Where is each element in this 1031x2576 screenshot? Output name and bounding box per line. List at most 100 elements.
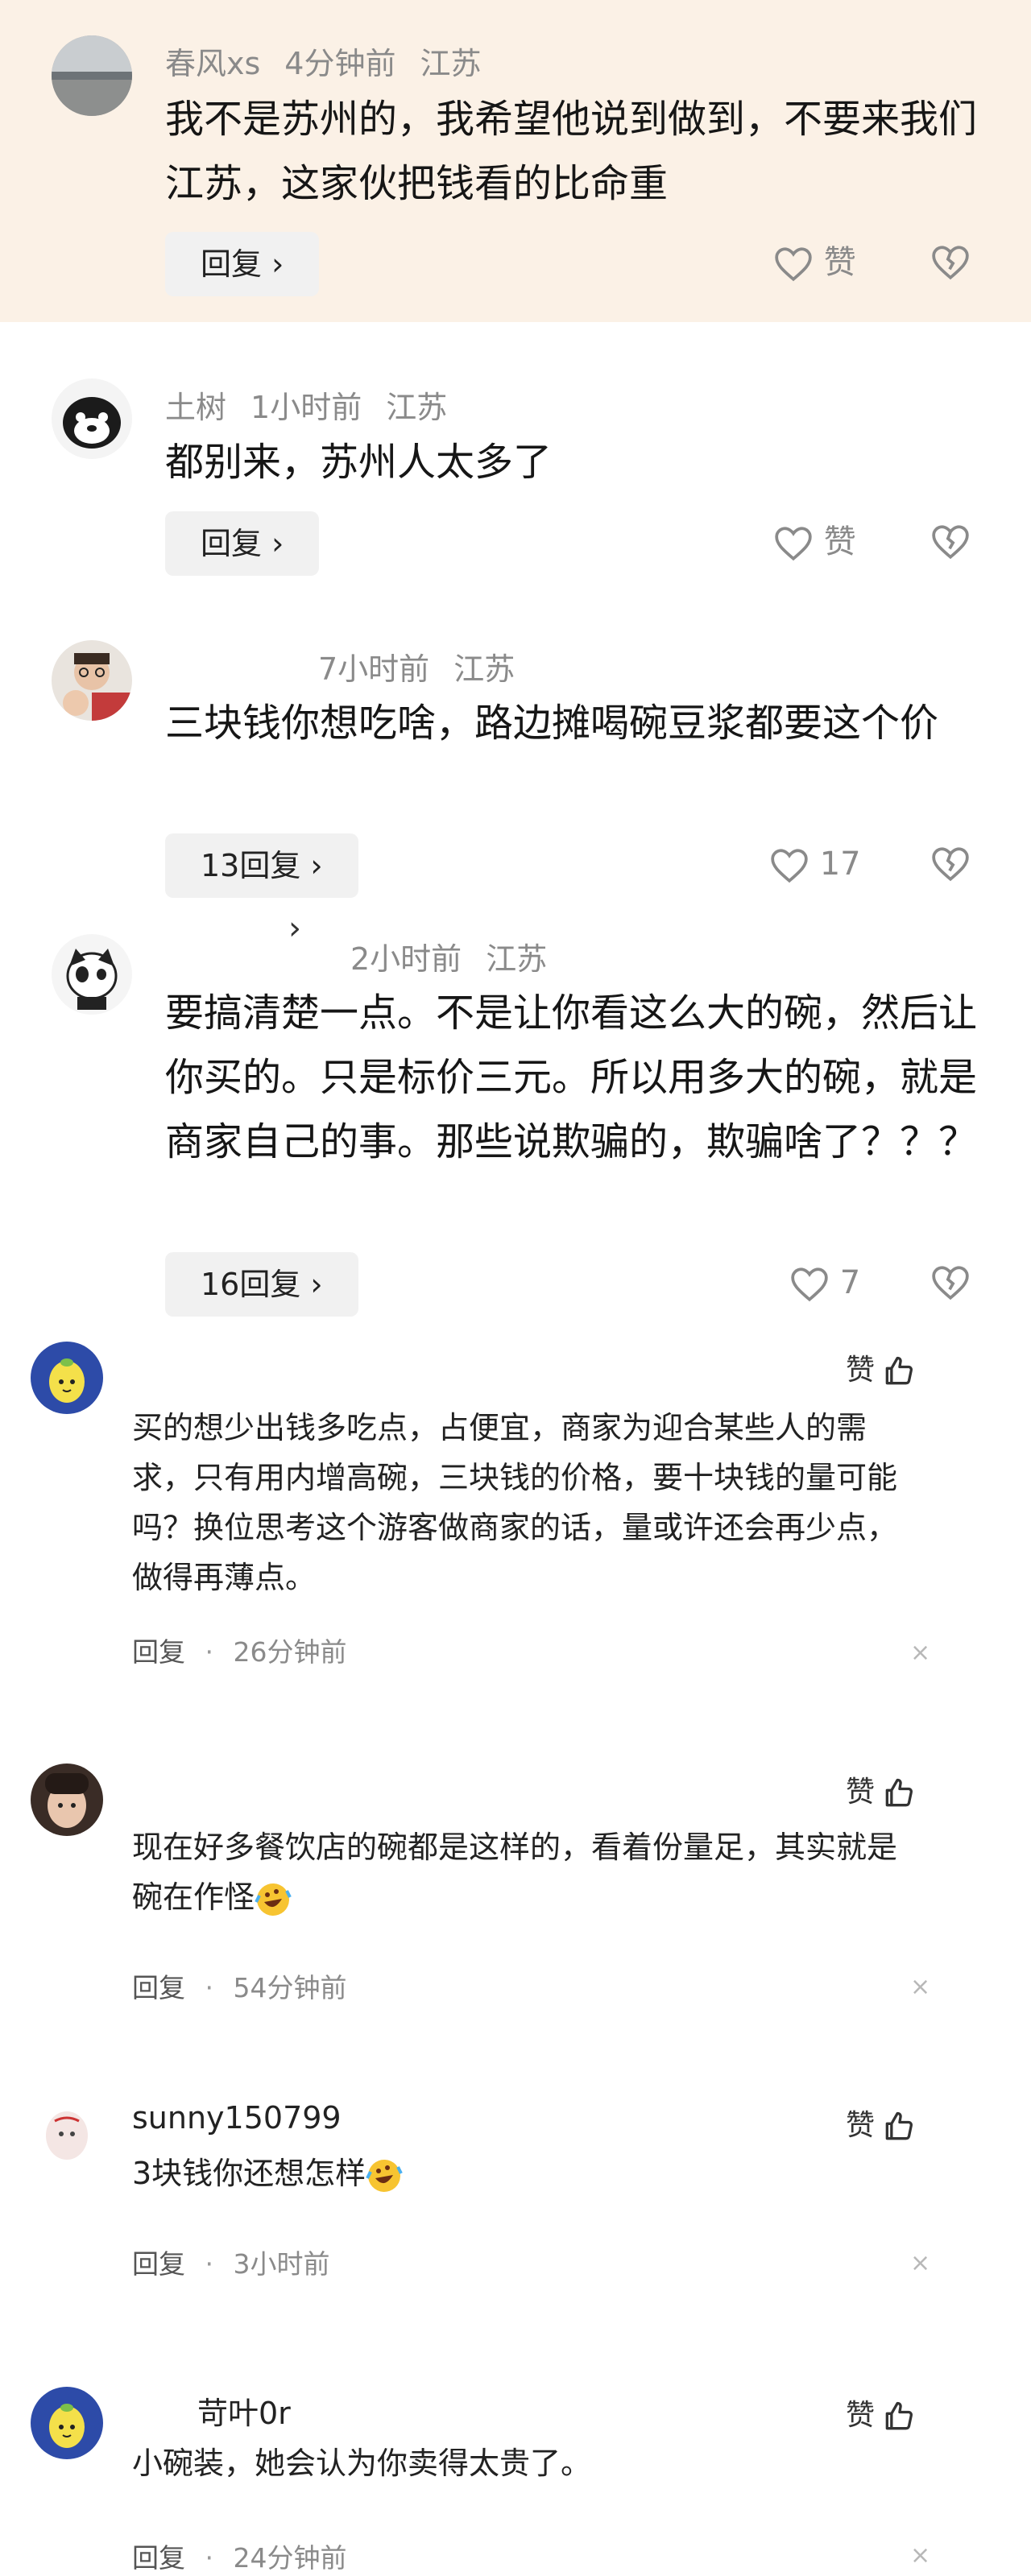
like-count: 7	[839, 1264, 861, 1301]
comment-text: 现在好多餐饮店的碗都是这样的，看着份量足，其实就是碗在作怪	[132, 1822, 921, 1922]
like-button[interactable]: 17	[769, 840, 861, 888]
comment-item: 赞 买的想少出钱多吃点，占便宜，商家为迎合某些人的需求，只有用内增高碗，三块钱的…	[0, 1337, 1031, 1755]
username[interactable]: 土树	[165, 390, 226, 425]
comment-section-bottom: 赞 买的想少出钱多吃点，占便宜，商家为迎合某些人的需求，只有用内增高碗，三块钱的…	[0, 1337, 1031, 2576]
comment-text-body: 现在好多餐饮店的碗都是这样的，看着份量足，其实就是碗在作怪	[132, 1830, 898, 1915]
like-label: 赞	[823, 523, 856, 560]
comment-item: 2小时前 江苏 要搞清楚一点。不是让你看这么大的碗，然后让你买的。只是标价三元。所…	[0, 910, 1031, 1337]
thumbs-up-icon	[885, 1778, 913, 1807]
like-label: 赞	[846, 2109, 876, 2142]
reply-button[interactable]: 回复	[132, 1972, 185, 2003]
timestamp: 26分钟前	[233, 1636, 347, 1668]
avatar[interactable]	[52, 35, 132, 116]
avatar[interactable]	[31, 2387, 103, 2459]
like-label: 赞	[846, 1354, 876, 1387]
like-button[interactable]: 赞	[773, 238, 856, 287]
separator: ·	[205, 2248, 214, 2280]
comment-meta: 7小时前 江苏	[165, 644, 539, 688]
like-label: 赞	[846, 1776, 876, 1809]
heart-icon	[775, 247, 812, 282]
laughing-crying-emoji	[366, 2159, 403, 2192]
thumbs-up-icon	[885, 2111, 913, 2140]
broken-heart-icon	[932, 1266, 969, 1300]
comment-footer: 回复 · 3小时前	[132, 2243, 330, 2281]
like-button[interactable]: 赞	[846, 2392, 917, 2434]
location: 江苏	[386, 390, 448, 425]
comment-item: 土树 1小时前 江苏 都别来，苏州人太多了 回复 › 赞	[0, 322, 1031, 604]
timestamp: 3小时前	[233, 2248, 330, 2280]
comment-item: 春风xs 4分钟前 江苏 我不是苏州的，我希望他说到做到，不要来我们江苏，这家伙把钱…	[0, 0, 1031, 322]
separator: ·	[205, 1636, 214, 1668]
username[interactable]: 苛叶0r	[197, 2388, 291, 2433]
thumbs-up-icon	[885, 1356, 913, 1385]
heart-icon	[771, 849, 808, 883]
close-icon[interactable]: ×	[910, 2541, 930, 2570]
reply-button[interactable]: 回复 ›	[165, 232, 320, 296]
comment-meta: 春风xs 4分钟前 江苏	[165, 39, 506, 83]
reply-button[interactable]: 回复	[132, 1636, 185, 1668]
comment-text: 3块钱你还想怎样	[132, 2148, 921, 2198]
comment-item: 赞 现在好多餐饮店的碗都是这样的，看着份量足，其实就是碗在作怪 回复 · 54分…	[0, 1755, 1031, 2094]
timestamp: 7小时前	[318, 651, 430, 687]
location: 江苏	[453, 651, 516, 687]
dislike-button[interactable]	[930, 523, 971, 564]
separator: ·	[205, 1972, 214, 2003]
comment-text-body: 3块钱你还想怎样	[132, 2156, 366, 2191]
comment-text: 都别来，苏州人太多了	[165, 440, 553, 485]
comment-item: 苛叶0r 赞 小碗装，她会认为你卖得太贵了。 回复 · 24分钟前 ×	[0, 2384, 1031, 2576]
comment-footer: 回复 · 54分钟前	[132, 1966, 347, 2005]
like-button[interactable]: 赞	[773, 518, 856, 566]
username[interactable]: 春风xs	[165, 46, 260, 81]
like-label: 赞	[823, 244, 856, 281]
location: 江苏	[486, 941, 548, 977]
location: 江苏	[420, 46, 482, 81]
reply-button[interactable]: 16回复 ›	[165, 1252, 358, 1317]
comment-item: 7小时前 江苏 三块钱你想吃啥，路边摊喝碗豆浆都要这个价 13回复 › 17	[0, 604, 1031, 910]
broken-heart-icon	[932, 847, 969, 882]
thumbs-up-icon	[885, 2401, 913, 2430]
comment-text: 三块钱你想吃啥，路边摊喝碗豆浆都要这个价	[165, 701, 939, 746]
timestamp: 4分钟前	[284, 46, 396, 81]
like-button[interactable]: 赞	[846, 1768, 917, 1811]
comment-section-top: 春风xs 4分钟前 江苏 我不是苏州的，我希望他说到做到，不要来我们江苏，这家伙把钱…	[0, 0, 1031, 1337]
avatar[interactable]	[31, 1764, 103, 1836]
dislike-button[interactable]	[930, 1264, 971, 1305]
like-button[interactable]: 赞	[846, 1346, 917, 1389]
avatar[interactable]	[31, 2097, 103, 2169]
comment-text: 要搞清楚一点。不是让你看这么大的碗，然后让你买的。只是标价三元。所以用多大的碗，…	[165, 990, 978, 1164]
avatar[interactable]	[52, 640, 132, 721]
reply-button[interactable]: 回复	[132, 2542, 185, 2574]
close-icon[interactable]: ×	[910, 1639, 930, 1667]
dislike-button[interactable]	[930, 846, 971, 886]
close-icon[interactable]: ×	[910, 2249, 930, 2277]
reply-button[interactable]: 回复 ›	[165, 511, 320, 576]
like-count: 17	[819, 846, 861, 883]
comment-text: 小碗装，她会认为你卖得太贵了。	[132, 2446, 592, 2481]
heart-icon	[775, 527, 812, 561]
timestamp: 54分钟前	[233, 1972, 347, 2003]
close-icon[interactable]: ×	[910, 1973, 930, 2001]
comment-text: 我不是苏州的，我希望他说到做到，不要来我们江苏，这家伙把钱看的比命重	[165, 97, 978, 206]
avatar[interactable]	[52, 378, 132, 459]
laughing-crying-emoji	[255, 1883, 292, 1916]
like-button[interactable]: 7	[789, 1259, 860, 1307]
timestamp: 2小时前	[350, 941, 462, 977]
broken-heart-icon	[932, 525, 969, 560]
reply-button[interactable]: 13回复 ›	[165, 833, 358, 898]
comment-meta: 土树 1小时前 江苏	[165, 382, 471, 427]
heart-icon	[791, 1267, 828, 1302]
avatar[interactable]	[31, 1342, 103, 1414]
timestamp: 1小时前	[251, 390, 362, 425]
like-button[interactable]: 赞	[846, 2102, 917, 2144]
username[interactable]: sunny150799	[132, 2100, 342, 2136]
comment-footer: 回复 · 26分钟前	[132, 1631, 347, 1669]
avatar[interactable]	[52, 934, 132, 1015]
comment-item: sunny150799 赞 3块钱你还想怎样 回复 · 3小时前 ×	[0, 2094, 1031, 2384]
separator: ·	[205, 2542, 214, 2574]
reply-button[interactable]: 回复	[132, 2248, 185, 2280]
like-label: 赞	[846, 2399, 876, 2432]
comment-text: 买的想少出钱多吃点，占便宜，商家为迎合某些人的需求，只有用内增高碗，三块钱的价格…	[132, 1410, 898, 1595]
timestamp: 24分钟前	[233, 2542, 347, 2574]
broken-heart-icon	[932, 246, 969, 280]
dislike-button[interactable]	[930, 244, 971, 284]
